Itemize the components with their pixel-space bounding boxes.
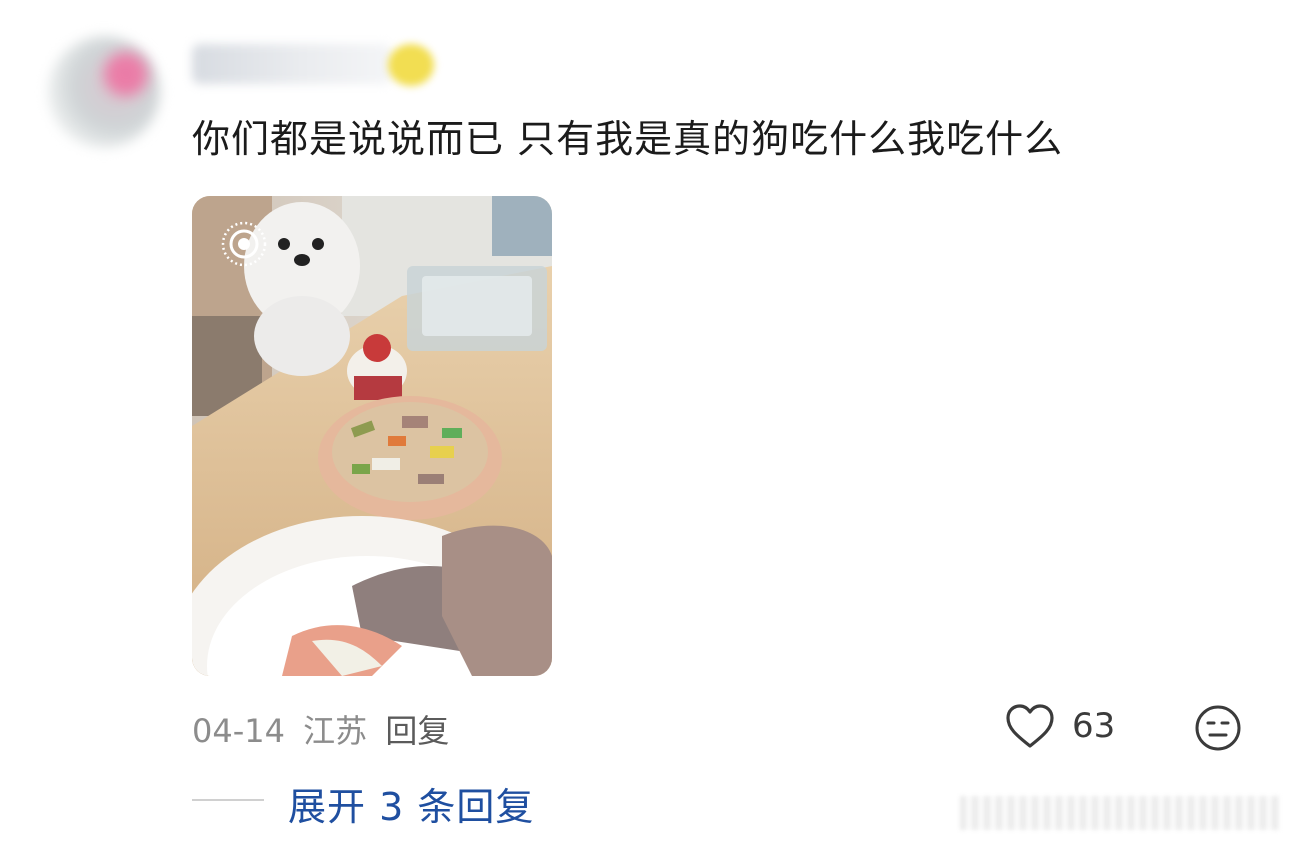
watermark xyxy=(960,796,1280,830)
username-blurred[interactable] xyxy=(192,44,392,84)
comment-meta: 04-14 江苏 回复 xyxy=(192,706,457,752)
heart-outline-icon[interactable] xyxy=(1004,702,1056,750)
expand-replies-link[interactable]: 展开 3 条回复 xyxy=(288,776,534,831)
expand-divider xyxy=(192,799,264,801)
user-badge-icon xyxy=(388,44,434,86)
neutral-face-icon[interactable] xyxy=(1194,704,1242,752)
avatar-decoration xyxy=(104,52,148,96)
comment-location: 江苏 xyxy=(303,712,368,750)
comment-photo[interactable] xyxy=(192,196,552,676)
photo-illustration xyxy=(192,196,552,676)
avatar-blur xyxy=(48,36,160,148)
reply-button[interactable]: 回复 xyxy=(385,712,449,750)
comment-text: 你们都是说说而已 只有我是真的狗吃什么我吃什么 xyxy=(192,117,1064,161)
comment-date: 04-14 xyxy=(192,712,285,750)
live-photo-icon[interactable] xyxy=(220,220,268,268)
like-count: 63 xyxy=(1072,706,1116,746)
